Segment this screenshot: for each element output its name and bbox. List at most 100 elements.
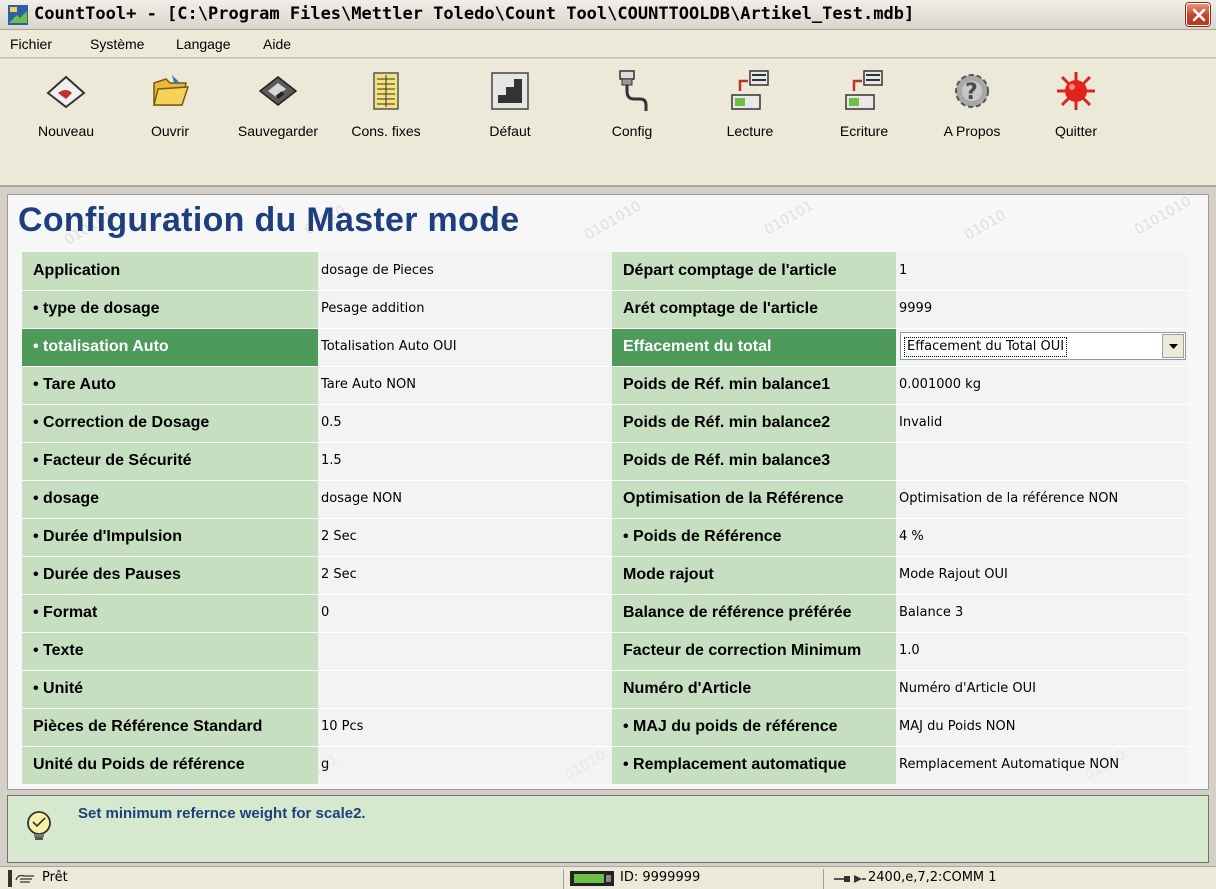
effacement-dropdown[interactable]: Effacement du Total OUI bbox=[900, 332, 1186, 360]
default-label: Défaut bbox=[489, 123, 531, 139]
help-bar: Set minimum refernce weight for scale2. bbox=[7, 795, 1209, 863]
write-label: Ecriture bbox=[839, 123, 889, 139]
default-button[interactable]: Défaut bbox=[468, 69, 552, 147]
setting-value[interactable]: 2 Sec bbox=[318, 556, 612, 594]
constants-button[interactable]: Cons. fixes bbox=[344, 69, 428, 147]
setting-label: • Unité bbox=[22, 670, 318, 708]
setting-value[interactable]: 1.5 bbox=[318, 442, 612, 480]
setting-label: • Facteur de Sécurité bbox=[22, 442, 318, 480]
setting-value[interactable]: Optimisation de la référence NON bbox=[896, 480, 1188, 518]
about-button[interactable]: ? A Propos bbox=[930, 69, 1014, 147]
setting-value[interactable]: Tare Auto NON bbox=[318, 366, 612, 404]
open-icon bbox=[153, 75, 190, 106]
setting-value[interactable]: 0.001000 kg bbox=[896, 366, 1188, 404]
setting-label: Unité du Poids de référence bbox=[22, 746, 318, 784]
setting-value[interactable]: 2 Sec bbox=[318, 518, 612, 556]
setting-label: • MAJ du poids de référence bbox=[612, 708, 896, 746]
setting-label: • dosage bbox=[22, 480, 318, 518]
setting-value[interactable] bbox=[896, 442, 1188, 480]
comm-pane: 2400,e,7,2:COMM 1 bbox=[823, 869, 1216, 889]
setting-label: Poids de Réf. min balance2 bbox=[612, 404, 896, 442]
help-message: Set minimum refernce weight for scale2. bbox=[78, 805, 366, 822]
row-divider bbox=[22, 708, 1188, 709]
menu-bar: Fichier Système Langage Aide bbox=[0, 30, 1216, 58]
table-row: Unité du Poids de référence g • Remplaceme… bbox=[22, 746, 1188, 784]
page-title: Configuration du Master mode bbox=[18, 201, 520, 239]
setting-label: • Correction de Dosage bbox=[22, 404, 318, 442]
setting-value[interactable]: 4 % bbox=[896, 518, 1188, 556]
setting-label: • Durée d'Impulsion bbox=[22, 518, 318, 556]
toolbar: Nouveau Ouvrir Sauvegarder Cons. fixes D… bbox=[0, 59, 1216, 187]
setting-label: Pièces de Référence Standard bbox=[22, 708, 318, 746]
device-icon bbox=[570, 871, 614, 886]
quit-icon bbox=[1057, 72, 1095, 110]
status-ready: Prêt bbox=[42, 870, 68, 885]
close-button[interactable] bbox=[1186, 3, 1210, 26]
new-button[interactable]: Nouveau bbox=[24, 69, 108, 147]
setting-label: • Poids de Référence bbox=[612, 518, 896, 556]
setting-value[interactable]: Remplacement Automatique NON bbox=[896, 746, 1188, 784]
setting-value[interactable]: g bbox=[318, 746, 612, 784]
row-divider bbox=[22, 328, 1188, 329]
menu-fichier[interactable]: Fichier bbox=[10, 36, 52, 52]
row-divider bbox=[22, 442, 1188, 443]
menu-aide[interactable]: Aide bbox=[263, 36, 291, 52]
read-label: Lecture bbox=[726, 123, 774, 139]
setting-value[interactable]: 10 Pcs bbox=[318, 708, 612, 746]
setting-value[interactable]: dosage NON bbox=[318, 480, 612, 518]
status-comm: 2400,e,7,2:COMM 1 bbox=[868, 870, 997, 885]
menu-systeme[interactable]: Système bbox=[90, 36, 144, 52]
dropdown-arrow-button[interactable] bbox=[1162, 334, 1184, 358]
svg-text:010101: 010101 bbox=[762, 198, 816, 239]
app-icon bbox=[8, 5, 28, 25]
setting-value[interactable] bbox=[318, 670, 612, 708]
save-button[interactable]: Sauvegarder bbox=[236, 69, 320, 147]
setting-label: Facteur de correction Minimum bbox=[612, 632, 896, 670]
row-divider bbox=[22, 632, 1188, 633]
table-row: • Format 0 Balance de référence préférée Ba… bbox=[22, 594, 1188, 632]
setting-value[interactable] bbox=[318, 632, 612, 670]
read-button[interactable]: Lecture bbox=[708, 69, 792, 147]
id-pane: ID: 9999999 bbox=[563, 869, 821, 889]
row-divider bbox=[22, 556, 1188, 557]
save-icon bbox=[258, 76, 298, 106]
setting-value[interactable]: 1.0 bbox=[896, 632, 1188, 670]
setting-value[interactable]: 9999 bbox=[896, 290, 1188, 328]
setting-label: Application bbox=[22, 252, 318, 290]
setting-label: • Tare Auto bbox=[22, 366, 318, 404]
write-icon bbox=[845, 70, 883, 110]
setting-value[interactable]: Mode Rajout OUI bbox=[896, 556, 1188, 594]
setting-value[interactable]: MAJ du Poids NON bbox=[896, 708, 1188, 746]
row-divider bbox=[22, 594, 1188, 595]
menu-langage[interactable]: Langage bbox=[176, 36, 231, 52]
svg-text:?: ? bbox=[965, 80, 978, 105]
row-divider bbox=[22, 746, 1188, 747]
setting-value[interactable]: 0.5 bbox=[318, 404, 612, 442]
setting-value[interactable]: dosage de Pieces bbox=[318, 252, 612, 290]
connection-icon bbox=[834, 875, 866, 883]
row-divider bbox=[22, 290, 1188, 291]
table-row: • Correction de Dosage 0.5 Poids de Réf. m… bbox=[22, 404, 1188, 442]
setting-value[interactable]: Balance 3 bbox=[896, 594, 1188, 632]
setting-value[interactable]: Invalid bbox=[896, 404, 1188, 442]
setting-label: Mode rajout bbox=[612, 556, 896, 594]
open-button[interactable]: Ouvrir bbox=[128, 69, 212, 147]
setting-value[interactable]: Pesage addition bbox=[318, 290, 612, 328]
setting-value[interactable]: Numéro d'Article OUI bbox=[896, 670, 1188, 708]
hand-icon bbox=[8, 870, 34, 887]
config-button[interactable]: Config bbox=[590, 69, 674, 147]
setting-value[interactable]: 0 bbox=[318, 594, 612, 632]
row-divider bbox=[22, 366, 1188, 367]
setting-value[interactable]: Totalisation Auto OUI bbox=[318, 328, 612, 366]
about-label: A Propos bbox=[943, 123, 1001, 139]
setting-value[interactable]: 1 bbox=[896, 252, 1188, 290]
read-icon bbox=[731, 70, 769, 110]
write-button[interactable]: Ecriture bbox=[822, 69, 906, 147]
table-row: • Tare Auto Tare Auto NON Poids de Réf. mi… bbox=[22, 366, 1188, 404]
setting-label: Balance de référence préférée bbox=[612, 594, 896, 632]
table-row: • dosage dosage NON Optimisation de la Réf… bbox=[22, 480, 1188, 518]
svg-text:01010: 01010 bbox=[962, 207, 1009, 243]
table-row: • Unité Numéro d'Article Numéro d'Article … bbox=[22, 670, 1188, 708]
config-label: Config bbox=[611, 123, 653, 139]
quit-button[interactable]: Quitter bbox=[1034, 69, 1118, 147]
